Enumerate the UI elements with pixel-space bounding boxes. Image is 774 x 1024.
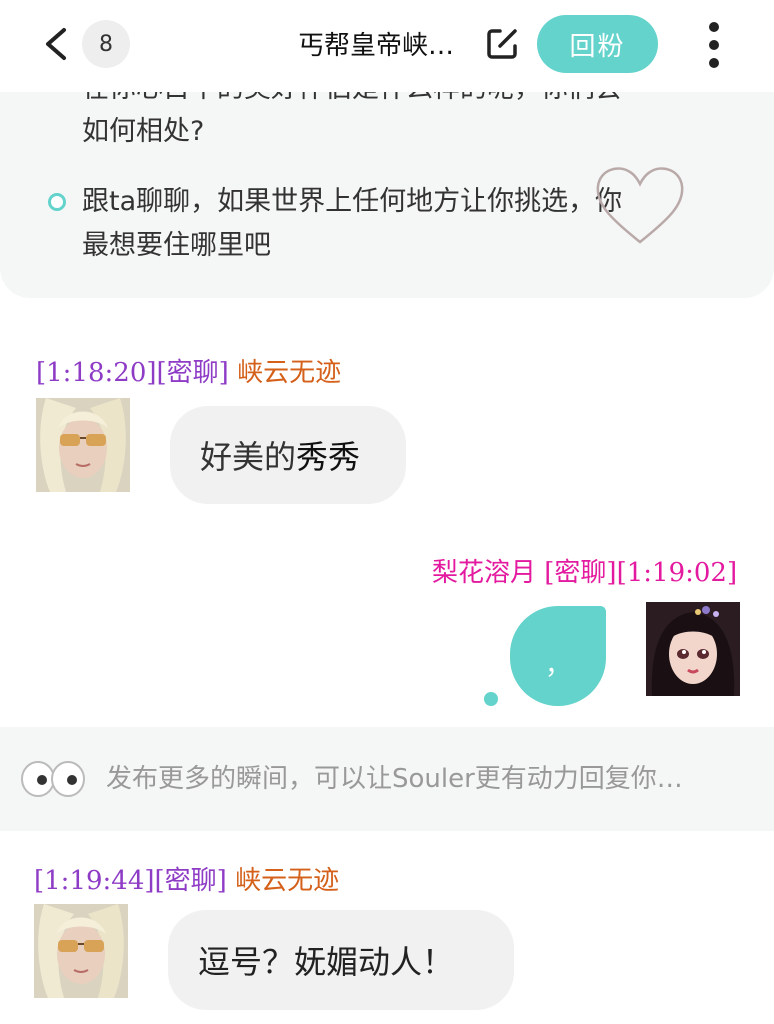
chat-title[interactable]: 丐帮皇帝峡… — [298, 26, 478, 66]
message-tag: [密聊] — [156, 358, 229, 388]
message-time: [1:18:20] — [36, 358, 157, 388]
topic-line-continued: 如何相处? — [82, 116, 205, 147]
message-meta: [1:18:20][密聊] 峡云无迹 — [36, 356, 341, 390]
message-text: ， — [544, 650, 571, 681]
more-icon[interactable] — [702, 20, 726, 70]
message-time: [1:19:02] — [616, 558, 738, 588]
message-time: [1:19:44] — [34, 866, 155, 896]
follow-back-button[interactable]: 回粉 — [537, 15, 658, 73]
heart-icon[interactable] — [590, 160, 690, 250]
sender-name[interactable]: 峡云无迹 — [237, 358, 341, 388]
message-tag: [密聊] — [544, 558, 617, 588]
message-tail-dot — [484, 692, 498, 706]
sender-name[interactable]: 梨花溶月 — [432, 558, 536, 588]
topic-suggestion-line-2[interactable]: 最想要住哪里吧 — [82, 226, 271, 266]
message-meta: [1:19:44][密聊] 峡云无迹 — [34, 864, 339, 898]
message-bubble-right[interactable]: ， — [510, 606, 606, 706]
avatar[interactable] — [36, 398, 130, 492]
notice-bar[interactable]: 发布更多的瞬间，可以让Souler更有动力回复你… — [0, 727, 774, 831]
topic-bullet-icon — [48, 193, 66, 211]
sender-name[interactable]: 峡云无迹 — [235, 866, 339, 896]
topic-suggestion-line-1[interactable]: 跟ta聊聊，如果世界上任何地方让你挑选，你 — [82, 182, 622, 222]
back-icon[interactable] — [40, 26, 74, 62]
eyes-icon — [21, 761, 85, 797]
notice-text: 发布更多的瞬间，可以让Souler更有动力回复你… — [106, 764, 683, 794]
edit-icon[interactable] — [484, 26, 520, 62]
message-text: 好美的 — [200, 438, 297, 476]
avatar[interactable] — [646, 602, 740, 696]
message-text: 逗号？妩媚动人！ — [198, 943, 455, 981]
message-bubble[interactable]: 逗号？妩媚动人！ — [168, 910, 514, 1010]
message-text-emphasis: 秀秀 — [296, 438, 361, 476]
chat-header: 8 丐帮皇帝峡… 回粉 — [0, 0, 774, 92]
avatar[interactable] — [34, 904, 128, 998]
message-meta: 梨花溶月 [密聊][1:19:02] — [432, 556, 737, 590]
message-bubble[interactable]: 好美的 秀秀 — [170, 406, 406, 504]
topic-suggestion-card: 在你心目中的美好伴侣是什么样的呢，你们会 如何相处? 跟ta聊聊，如果世界上任何… — [0, 70, 774, 298]
unread-count-badge[interactable]: 8 — [82, 20, 130, 68]
message-tag: [密聊] — [154, 866, 227, 896]
